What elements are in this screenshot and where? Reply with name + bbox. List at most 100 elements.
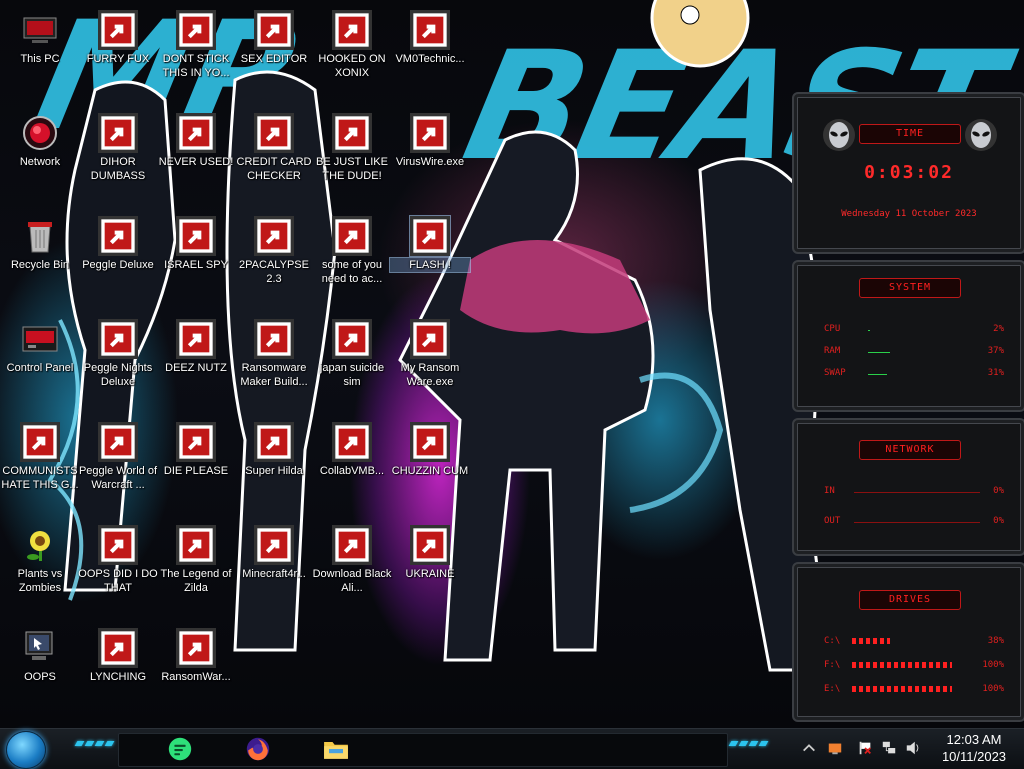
credit-card-icon [254,113,294,153]
folder-icon [324,742,348,759]
xonix-game-icon [332,10,372,50]
drive-row-value: 100% [982,684,1004,694]
desktop-icon-network[interactable]: Network [0,113,80,169]
pixel-hero-icon [176,525,216,565]
taskbar-clock[interactable]: 12:03 AM 10/11/2023 [928,731,1020,765]
flag-icon[interactable] [856,739,874,757]
desktop-icon-download-black-ali[interactable]: Download Black Ali... [312,525,392,595]
desktop-icon-label: CHUZZIN CUM [391,465,469,477]
desktop-icon-flash[interactable]: FLASH ! [389,215,471,273]
desktop-icon-label: Peggle Nights Deluxe [83,362,153,388]
desktop-icon-be-just-like-the-dude[interactable]: BE JUST LIKE THE DUDE! [312,113,392,183]
desktop-icon-label: Peggle World of Warcraft ... [78,465,158,491]
desktop-icon-ransomwar[interactable]: RansomWar... [156,628,236,684]
system-row-label: CPU [824,324,841,334]
desktop-icon-super-hilda[interactable]: Super Hilda [234,422,314,478]
firefox-icon [246,737,270,761]
desktop-icon-the-legend-of-zilda[interactable]: The Legend of Zilda [156,525,236,595]
desktop-icon-label: 2PACALYPSE 2.3 [239,259,309,285]
desktop-icon-recycle-bin[interactable]: Recycle Bin [0,216,80,272]
desktop-icon-label: The Legend of Zilda [160,568,232,594]
desktop-icon-label: Peggle Deluxe [82,259,154,271]
desktop-icon-peggle-world-of-warcraft[interactable]: P Peggle World of Warcraft ... [78,422,158,492]
system-monitor-gadget[interactable]: TIME 0:03:02 Wednesday 11 October 2023 S… [792,92,1024,722]
desktop-icon-oops[interactable]: OOPS [0,628,80,684]
peggle-icon: P [98,422,138,462]
desktop-icon-label: NEVER USED! [158,156,234,168]
desktop-icon-chuzzin-cum[interactable]: CHUZZIN CUM [390,422,470,478]
desktop-icon-minecraft4r[interactable]: Minecraft4r... [234,525,314,581]
desktop-icon-oops-did-i-do-that[interactable]: OOPS DID I DO THAT [78,525,158,595]
network-icon[interactable] [880,739,898,757]
desktop-icon-hooked-on-xonix[interactable]: HOOKED ON XONIX [312,10,392,80]
desktop-icon-peggle-nights-deluxe[interactable]: P Peggle Nights Deluxe [78,319,158,389]
desktop[interactable]: MR BEAST This PC FURRY FUX DONT STICK THIS… [0,0,1024,728]
desktop-icon-some-of-you-need-to-ac[interactable]: some of you need to ac... [312,216,392,286]
desktop-icon-communists-hate-this-g[interactable]: $ COMMUNISTS HATE THIS G... [0,422,80,492]
taskbar-chat-app[interactable] [160,732,200,766]
santa-icon [332,113,372,153]
network-panel: NETWORK IN 0% OUT 0% [792,418,1024,556]
desktop-icon-label: ISRAEL SPY [164,259,228,271]
desktop-icon-die-please[interactable]: De DIE PLEASE [156,422,236,478]
desktop-icon-japan-suicide-sim[interactable]: japan suicide sim [312,319,392,389]
volume-icon[interactable] [904,739,922,757]
desktop-icon-label: Download Black Ali... [312,568,392,594]
gadget-clock: 0:03:02 [864,162,954,183]
desktop-icon-dihor-dumbass[interactable]: DIHOR DUMBASS [78,113,158,183]
desktop-icon-lynching[interactable]: LYNCHING [78,628,158,684]
desktop-icon-peggle-deluxe[interactable]: P Peggle Deluxe [78,216,158,272]
desktop-icon-label: Control Panel [6,362,74,374]
desktop-icon-vm0technic[interactable]: VM0Technic... [390,10,470,66]
system-row-ram: RAM 37% [824,346,1004,356]
show-hidden-icons-chevron-icon[interactable] [800,739,818,757]
drive-row-value: 100% [982,660,1004,670]
desktop-icon-label: FURRY FUX [86,53,150,65]
desktop-icon-ukraine[interactable]: UKRAINE [390,525,470,581]
desktop-icon-deez-nutz[interactable]: DEEZ NUTZ [156,319,236,375]
desktop-icon-ransomware-maker-build[interactable]: Ransomware Maker Build... [234,319,314,389]
radiation-icon [410,525,450,565]
monitor-icon [332,422,372,462]
desktop-icon-sex-editor[interactable]: HD SEX EDITOR [234,10,314,66]
green-chat-icon [98,113,138,153]
flash-icon [409,215,451,257]
system-row-label: RAM [824,346,841,356]
desktop-icon-label: DIHOR DUMBASS [90,156,146,182]
desktop-icon-label: Network [19,156,61,168]
system-row-value: 31% [987,368,1004,378]
desktop-icon-collabvmb[interactable]: CollabVMB... [312,422,392,478]
desktop-icon-label: DONT STICK THIS IN YO... [162,53,230,79]
taskbar: 12:03 AM 10/11/2023 [0,728,1024,769]
desktop-icon-control-panel[interactable]: Control Panel [0,319,80,375]
desktop-icon-dont-stick-this-in-yo[interactable]: DONT STICK THIS IN YO... [156,10,236,80]
taskbar-decoration-right [728,741,769,749]
desktop-icon-credit-card-checker[interactable]: CREDIT CARD CHECKER [234,113,314,183]
desktop-icon-my-ransom-ware-exe[interactable]: My Ransom Ware.exe [390,319,470,389]
desktop-icon-israel-spy[interactable]: ISRAEL SPY [156,216,236,272]
display-icon[interactable] [826,739,844,757]
drive-usage-bar [852,638,890,644]
portrait-icon [98,525,138,565]
start-button[interactable] [6,731,46,769]
app-window-icon [410,319,450,359]
taskbar-firefox[interactable] [238,732,278,766]
taskbar-file-explorer[interactable] [316,732,356,766]
computer-icon [20,10,60,50]
time-header: TIME [859,124,961,144]
desktop-icon-label: VirusWire.exe [395,156,465,168]
desktop-icon-label: COMMUNISTS HATE THIS G... [1,465,79,491]
doctor-icon [410,10,450,50]
desktop-icon-this-pc[interactable]: This PC [0,10,80,66]
desktop-icon-label: BE JUST LIKE THE DUDE! [316,156,388,182]
desktop-icon-never-used[interactable]: DEV+++ NEVER USED! [156,113,236,169]
drive-row: C:\ 38% [824,636,1004,646]
vlc-cone-icon [176,10,216,50]
desktop-icon-plants-vs-zombies[interactable]: Plants vs Zombies [0,525,80,595]
desktop-icon-furry-fux[interactable]: FURRY FUX [78,10,158,66]
desktop-icon-2pacalypse-2-3[interactable]: C:\_ 2PACALYPSE 2.3 [234,216,314,286]
network-in-value: 0% [993,486,1004,496]
desktop-icon-viruswire-exe[interactable]: VirusWire.exe [390,113,470,169]
network-out-label: OUT [824,516,841,526]
desktop-icon-label: SEX EDITOR [240,53,308,65]
